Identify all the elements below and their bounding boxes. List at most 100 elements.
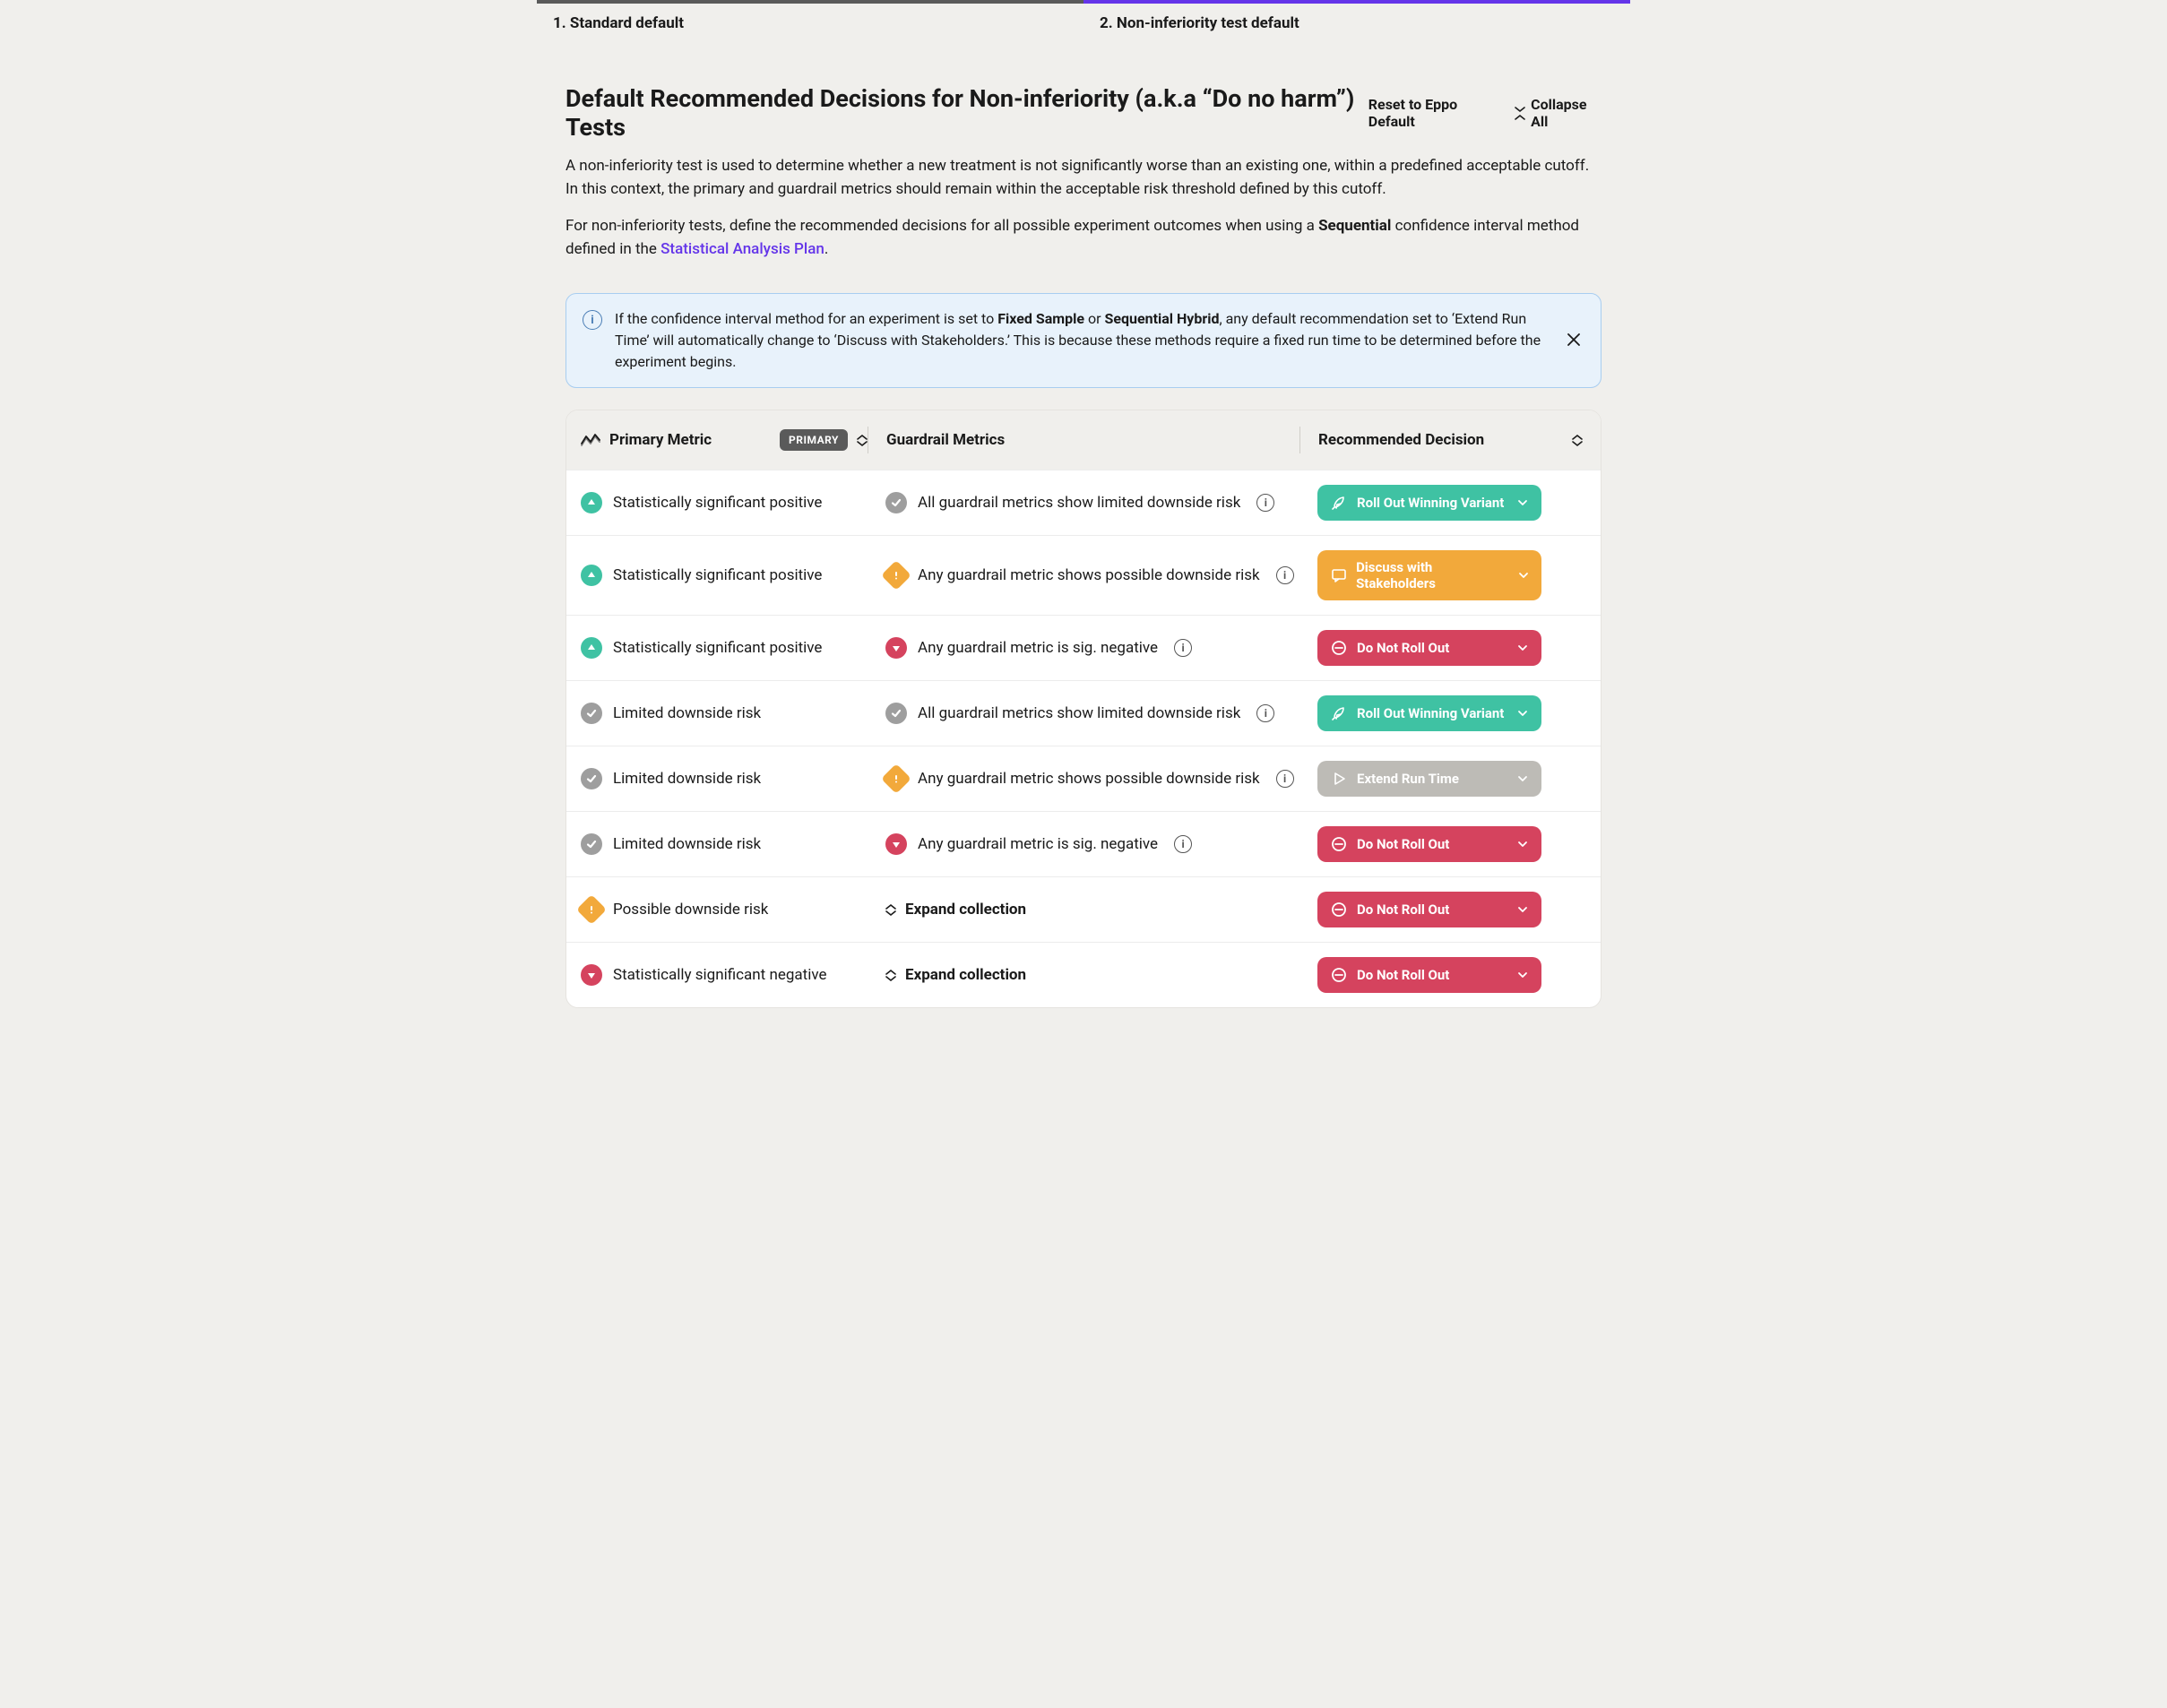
collapse-all-button[interactable]: Collapse All [1515, 96, 1602, 130]
info-icon[interactable]: i [1256, 494, 1274, 512]
primary-metric-cell: Possible downside risk [581, 899, 885, 920]
table-row: Statistically significant positive Any gu… [566, 535, 1601, 615]
decision-select-extend[interactable]: Extend Run Time [1317, 761, 1541, 797]
primary-metric-cell: Statistically significant negative [581, 964, 885, 986]
info-icon: i [583, 310, 602, 330]
table-row: Statistically significant positive Any gu… [566, 615, 1601, 680]
guardrail-metric-cell: All guardrail metrics show limited downs… [885, 703, 1317, 724]
info-icon[interactable]: i [1256, 704, 1274, 722]
decision-cell: Do Not Roll Out [1317, 892, 1586, 927]
primary-pill: PRIMARY [780, 429, 848, 451]
guardrail-metric-label: Any guardrail metric shows possible down… [918, 770, 1260, 788]
banner-s1: Fixed Sample [997, 310, 1084, 327]
primary-metric-cell: Statistically significant positive [581, 637, 885, 659]
tab-noninferiority-default[interactable]: 2. Non-inferiority test default [1084, 0, 1630, 48]
decision-select-discuss[interactable]: Discuss with Stakeholders [1317, 550, 1541, 600]
primary-metric-label: Statistically significant negative [613, 966, 826, 984]
guardrail-metric-cell: Any guardrail metric is sig. negative i [885, 637, 1317, 659]
decision-select-rollout[interactable]: Roll Out Winning Variant [1317, 485, 1541, 521]
table-row: Possible downside riskExpand collection D… [566, 876, 1601, 942]
info-icon[interactable]: i [1174, 639, 1192, 657]
desc-p1: A non-inferiority test is used to determ… [565, 154, 1602, 202]
header: Default Recommended Decisions for Non-in… [537, 48, 1630, 151]
decision-label: Do Not Roll Out [1357, 640, 1449, 656]
guardrail-metric-label: Any guardrail metric shows possible down… [918, 566, 1260, 584]
decision-label: Roll Out Winning Variant [1357, 705, 1504, 721]
primary-metric-label: Statistically significant positive [613, 494, 822, 512]
expand-collection-button[interactable]: Expand collection [885, 966, 1026, 984]
guardrail-metric-label: Any guardrail metric is sig. negative [918, 835, 1158, 853]
guardrail-metric-cell: Any guardrail metric shows possible down… [885, 565, 1317, 586]
expand-collection-button[interactable]: Expand collection [885, 901, 1026, 919]
th-recommended-decision: Recommended Decision [1317, 427, 1586, 453]
close-icon[interactable] [1563, 330, 1584, 351]
guardrail-metric-label: Any guardrail metric is sig. negative [918, 639, 1158, 657]
metric-icon [581, 433, 600, 447]
decision-label: Roll Out Winning Variant [1357, 495, 1504, 511]
primary-metric-cell: Limited downside risk [581, 703, 885, 724]
table-row: Limited downside risk Any guardrail metri… [566, 811, 1601, 876]
primary-metric-label: Limited downside risk [613, 835, 761, 853]
limited-risk-icon [885, 703, 907, 724]
decision-label: Extend Run Time [1357, 771, 1459, 787]
table-row: Statistically significant positiveAll gu… [566, 470, 1601, 535]
table-row: Limited downside risk Any guardrail metri… [566, 746, 1601, 811]
possible-risk-icon [881, 560, 911, 591]
banner-s2: Sequential Hybrid [1104, 310, 1219, 327]
limited-risk-icon [581, 703, 602, 724]
decision-label: Do Not Roll Out [1357, 836, 1449, 852]
info-icon[interactable]: i [1174, 835, 1192, 853]
info-banner: i If the confidence interval method for … [565, 293, 1602, 388]
page-title: Default Recommended Decisions for Non-in… [565, 84, 1368, 142]
primary-metric-cell: Statistically significant positive [581, 492, 885, 513]
banner-pre: If the confidence interval method for an… [615, 310, 997, 327]
table-row: Limited downside risk All guardrail metri… [566, 680, 1601, 746]
sig-negative-icon [885, 637, 907, 659]
limited-risk-icon [581, 833, 602, 855]
decision-select-rollout[interactable]: Roll Out Winning Variant [1317, 695, 1541, 731]
info-icon[interactable]: i [1276, 770, 1294, 788]
sort-icon[interactable] [857, 434, 868, 447]
expand-icon [885, 903, 896, 917]
tab-standard-default[interactable]: 1. Standard default [537, 0, 1084, 48]
sig-positive-icon [581, 637, 602, 659]
primary-metric-label: Limited downside risk [613, 770, 761, 788]
table-row: Statistically significant negative Expand… [566, 942, 1601, 1007]
desc-p2-end: . [824, 240, 828, 258]
primary-metric-label: Statistically significant positive [613, 566, 822, 584]
tab-bar: 1. Standard default 2. Non-inferiority t… [537, 0, 1630, 48]
th-decision-label: Recommended Decision [1299, 427, 1484, 453]
sort-icon[interactable] [1572, 434, 1583, 447]
table-header: Primary Metric PRIMARY Guardrail Metrics… [566, 410, 1601, 470]
decision-select-donot[interactable]: Do Not Roll Out [1317, 957, 1541, 993]
decision-cell: Discuss with Stakeholders [1317, 550, 1586, 600]
decision-select-donot[interactable]: Do Not Roll Out [1317, 826, 1541, 862]
decision-select-donot[interactable]: Do Not Roll Out [1317, 892, 1541, 927]
decision-select-donot[interactable]: Do Not Roll Out [1317, 630, 1541, 666]
decision-label: Discuss with Stakeholders [1356, 559, 1508, 591]
decision-cell: Do Not Roll Out [1317, 630, 1586, 666]
primary-metric-label: Limited downside risk [613, 704, 761, 722]
banner-mid1: or [1084, 310, 1104, 327]
desc-p2: For non-inferiority tests, define the re… [565, 214, 1602, 262]
info-icon[interactable]: i [1276, 566, 1294, 584]
sig-negative-icon [885, 833, 907, 855]
statistical-analysis-plan-link[interactable]: Statistical Analysis Plan [660, 240, 824, 258]
primary-metric-cell: Limited downside risk [581, 833, 885, 855]
primary-metric-label: Statistically significant positive [613, 639, 822, 657]
reset-to-default-button[interactable]: Reset to Eppo Default [1368, 96, 1498, 130]
sig-positive-icon [581, 565, 602, 586]
limited-risk-icon [885, 492, 907, 513]
decision-cell: Do Not Roll Out [1317, 957, 1586, 993]
th-guardrail-metrics: Guardrail Metrics [885, 427, 1317, 453]
guardrail-metric-cell[interactable]: Expand collection [885, 901, 1317, 919]
possible-risk-icon [881, 763, 911, 794]
primary-metric-cell: Limited downside risk [581, 768, 885, 789]
guardrail-metric-cell[interactable]: Expand collection [885, 966, 1317, 984]
description: A non-inferiority test is used to determ… [537, 151, 1630, 289]
expand-label: Expand collection [905, 966, 1026, 984]
guardrail-metric-cell: Any guardrail metric is sig. negative i [885, 833, 1317, 855]
banner-text: If the confidence interval method for an… [615, 308, 1550, 373]
decision-label: Do Not Roll Out [1357, 901, 1449, 918]
decision-cell: Roll Out Winning Variant [1317, 485, 1586, 521]
